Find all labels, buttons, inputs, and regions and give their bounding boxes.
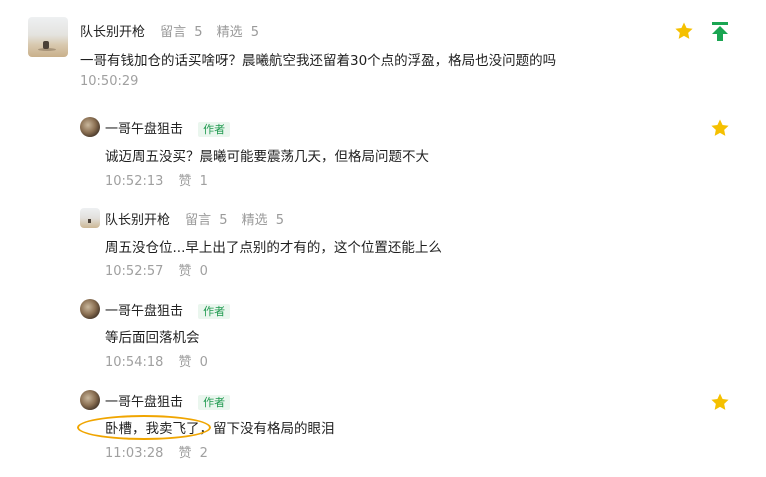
reply-footer: 10:52:13 赞 1 [105,170,208,189]
reply-time: 10:54:18 [105,355,164,370]
author-avatar [28,17,68,57]
reply-header: 一哥午盘狙击 作者 [105,300,231,319]
reply-avatar [80,208,100,228]
reply-author-name[interactable]: 一哥午盘狙击 [105,395,183,410]
star-icon[interactable] [710,392,730,412]
post-time: 10:50:29 [80,74,139,89]
comments-count: 5 [219,213,228,228]
post-content: 一哥有钱加仓的话买啥呀？晨曦航空我还留着30个点的浮盈，格局也没问题的吗 [80,53,557,69]
post-header: 队长别开枪 留言 5 精选 5 [80,21,259,40]
reply-footer: 10:52:57 赞 0 [105,260,208,279]
reply-author-name[interactable]: 一哥午盘狙击 [105,122,183,137]
like-label[interactable]: 赞 [178,174,191,189]
reply-footer: 10:54:18 赞 0 [105,351,208,370]
comments-label: 留言 [160,25,187,40]
reply-time: 10:52:13 [105,174,164,189]
featured-count: 5 [250,25,259,40]
highlight-circle [77,415,211,440]
star-icon[interactable] [674,21,694,41]
like-label[interactable]: 赞 [178,355,191,370]
reply-author-name[interactable]: 队长别开枪 [105,213,170,228]
like-count: 0 [199,264,208,279]
like-count: 1 [199,174,208,189]
like-label[interactable]: 赞 [178,264,191,279]
reply-avatar [80,299,100,319]
comments-count: 5 [194,25,203,40]
reply-content: 等后面回落机会 [105,330,200,346]
author-name[interactable]: 队长别开枪 [80,25,145,40]
featured-count: 5 [275,213,284,228]
reply-time: 10:52:57 [105,264,164,279]
pin-to-top-icon[interactable] [710,21,730,42]
reply-avatar [80,390,100,410]
like-count: 0 [199,355,208,370]
reply-avatar [80,117,100,137]
featured-label: 精选 [241,213,268,228]
reply-author-name[interactable]: 一哥午盘狙击 [105,304,183,319]
reply-header: 队长别开枪 留言 5 精选 5 [105,209,284,228]
reply-footer: 11:03:28 赞 2 [105,442,208,461]
author-badge: 作者 [198,122,231,137]
star-icon[interactable] [710,118,730,138]
reply-content: 周五没仓位...早上出了点别的才有的，这个位置还能上么 [105,240,442,256]
comments-label: 留言 [185,213,212,228]
reply-content: 诚迈周五没买？晨曦可能要震荡几天，但格局问题不大 [105,149,429,165]
author-badge: 作者 [198,395,231,410]
author-badge: 作者 [198,304,231,319]
reply-time: 11:03:28 [105,446,164,461]
reply-header: 一哥午盘狙击 作者 [105,118,231,137]
like-count: 2 [199,446,208,461]
featured-label: 精选 [216,25,243,40]
like-label[interactable]: 赞 [178,446,191,461]
reply-header: 一哥午盘狙击 作者 [105,391,231,410]
